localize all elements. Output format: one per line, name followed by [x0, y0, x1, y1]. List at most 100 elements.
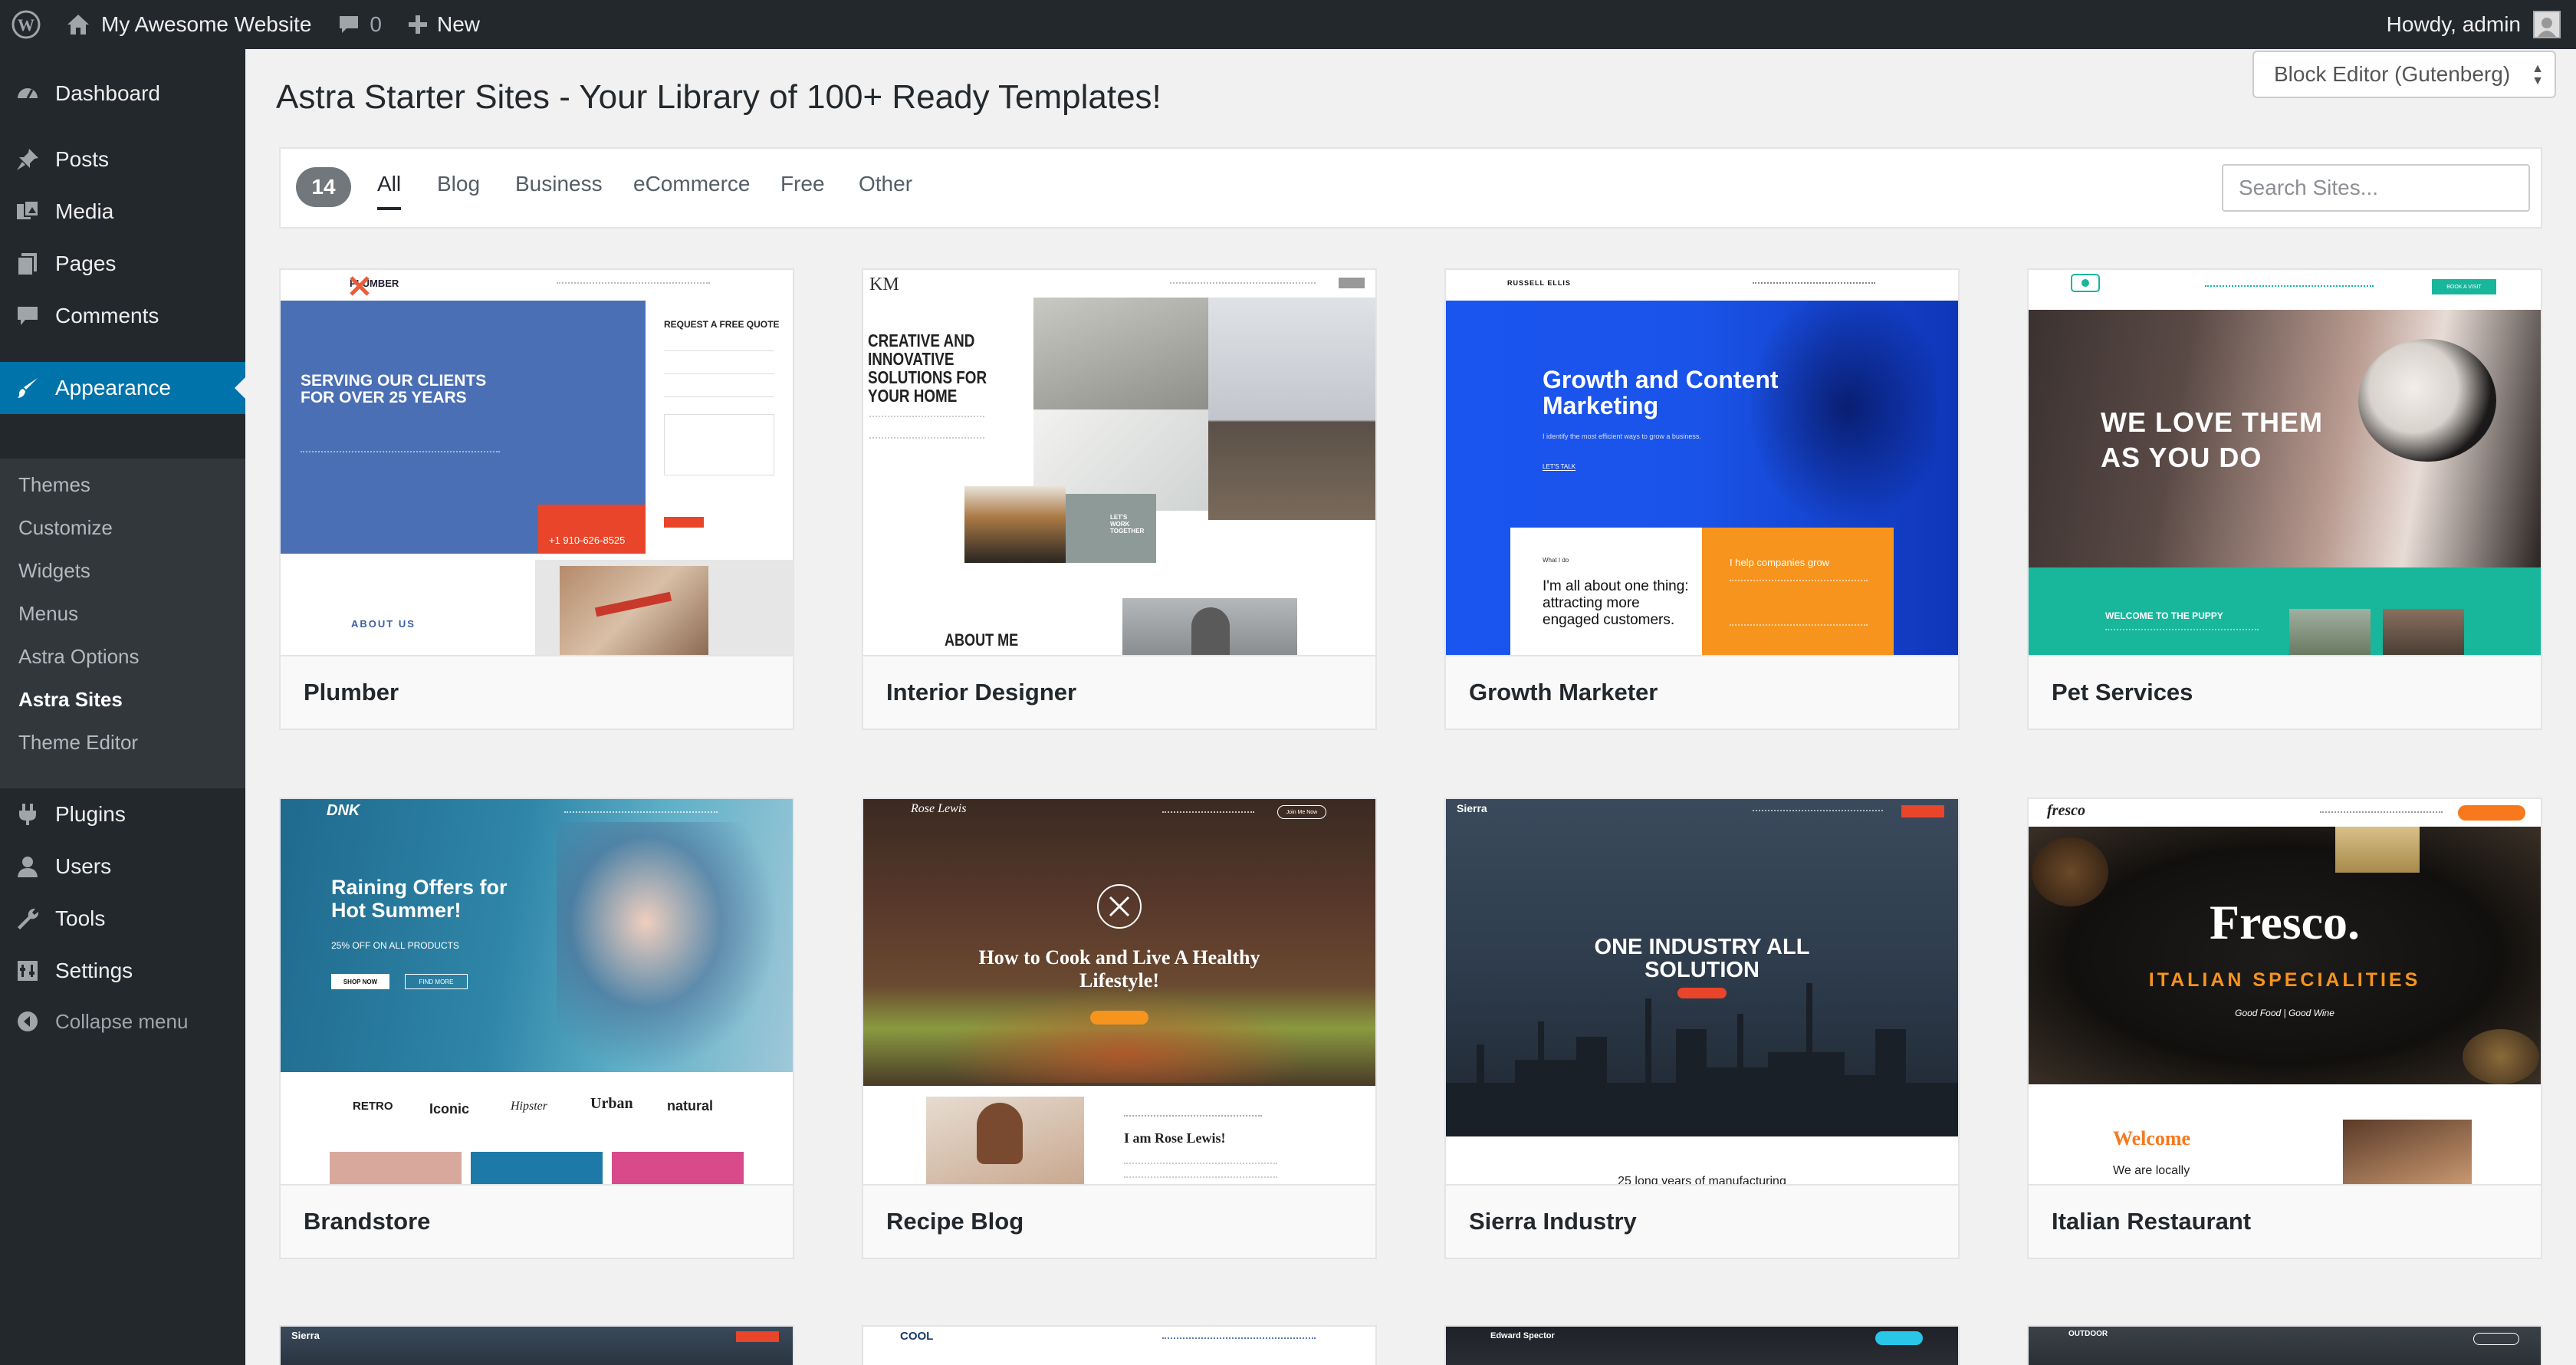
collapse-menu-button[interactable]: Collapse menu: [0, 995, 245, 1048]
thumb-tagline: Good Food | Good Wine: [2235, 1008, 2334, 1018]
submenu-astra-sites[interactable]: Astra Sites: [18, 684, 123, 715]
submenu-astra-options[interactable]: Astra Options: [18, 641, 140, 672]
avatar: [2533, 11, 2561, 38]
site-thumbnail: PLUMBER SERVING OUR CLIENTS FOR OVER 25 …: [281, 270, 793, 655]
sidebar-item-label: Posts: [55, 147, 110, 171]
site-card-pet-services[interactable]: BOOK A VISIT WE LOVE THEM AS YOU DO WELC…: [2027, 268, 2542, 730]
site-card-title: Pet Services: [2029, 655, 2541, 729]
user-icon: [14, 853, 41, 880]
thumb-sub-text: 25% OFF ON ALL PRODUCTS: [331, 940, 459, 951]
thumb-quote-title: REQUEST A FREE QUOTE: [664, 319, 780, 330]
filter-tab-free[interactable]: Free: [780, 172, 825, 196]
thumb-cta: Join Me Now: [1277, 805, 1326, 819]
thumb-quote-text: I'm all about one thing: attracting more…: [1543, 578, 1689, 628]
thumb-we-are: We are locally: [2113, 1164, 2190, 1177]
thumb-help-text: I help companies grow: [1730, 557, 1830, 568]
site-name-label: My Awesome Website: [101, 12, 312, 36]
select-arrows-icon: ▲ ▼: [2532, 62, 2544, 87]
thumb-hero-text: WE LOVE THEM AS YOU DO: [2101, 406, 2323, 473]
submenu-themes[interactable]: Themes: [18, 469, 90, 500]
plug-icon: [14, 801, 41, 828]
sidebar-item-settings[interactable]: Settings: [0, 945, 245, 997]
sidebar-item-dashboard[interactable]: Dashboard: [0, 67, 245, 120]
site-card-peek[interactable]: Edward Spector: [1444, 1325, 1960, 1365]
comment-icon: [14, 302, 41, 330]
page-title: Astra Starter Sites - Your Library of 10…: [276, 78, 1162, 116]
sidebar-item-label: Tools: [55, 906, 106, 930]
filter-tab-all[interactable]: All: [377, 172, 402, 210]
sidebar-item-tools[interactable]: Tools: [0, 893, 245, 945]
account-menu[interactable]: Howdy, admin: [2387, 0, 2561, 49]
thumb-button: FIND MORE: [405, 974, 468, 989]
svg-text:W: W: [18, 15, 34, 35]
submenu-customize[interactable]: Customize: [18, 512, 113, 543]
site-card-peek[interactable]: COOL: [862, 1325, 1377, 1365]
admin-bar: W My Awesome Website 0 New Howdy, admin: [0, 0, 2576, 49]
new-label: New: [437, 12, 481, 36]
paw-icon: [2071, 274, 2100, 292]
thumb-label: What I do: [1543, 557, 1569, 564]
filter-tab-ecommerce[interactable]: eCommerce: [633, 172, 750, 196]
thumb-brand: OUTDOOR: [2068, 1330, 2108, 1338]
thumb-hero-text: SERVING OUR CLIENTS FOR OVER 25 YEARS: [301, 372, 487, 406]
site-card-interior-designer[interactable]: KM CREATIVE AND INNOVATIVE SOLUTIONS FOR…: [862, 268, 1377, 730]
submenu-menus[interactable]: Menus: [18, 598, 78, 629]
site-card-title: Brandstore: [281, 1184, 793, 1258]
filter-bar: 14 All Blog Business eCommerce Free Othe…: [279, 147, 2542, 229]
site-card-plumber[interactable]: PLUMBER SERVING OUR CLIENTS FOR OVER 25 …: [279, 268, 794, 730]
filter-tab-business[interactable]: Business: [515, 172, 603, 196]
site-card-growth-marketer[interactable]: RUSSELL ELLIS Growth and Content Marketi…: [1444, 268, 1960, 730]
search-sites-input[interactable]: [2222, 164, 2530, 212]
sidebar-item-label: Users: [55, 854, 112, 878]
pages-icon: [14, 250, 41, 278]
site-card-peek[interactable]: OUTDOOR: [2027, 1325, 2542, 1365]
site-thumbnail: fresco Fresco. ITALIAN SPECIALITIES Good…: [2029, 799, 2541, 1184]
site-thumbnail: BOOK A VISIT WE LOVE THEM AS YOU DO WELC…: [2029, 270, 2541, 655]
sidebar-item-appearance[interactable]: Appearance: [0, 362, 245, 414]
site-thumbnail: Sierra ONE INDUSTRY ALL SOLUTION 25 long…: [1446, 799, 1958, 1184]
site-card-recipe-blog[interactable]: Rose Lewis Join Me Now How to Cook and L…: [862, 798, 1377, 1259]
sidebar-item-pages[interactable]: Pages: [0, 238, 245, 290]
thumb-hero-text: Growth and Content Marketing: [1543, 366, 1779, 419]
editor-select-value: Block Editor (Gutenberg): [2274, 62, 2511, 86]
thumb-brand: KM: [869, 275, 899, 294]
thumb-sub-text: WELCOME TO THE PUPPY: [2105, 610, 2223, 621]
sidebar-item-label: Media: [55, 199, 114, 223]
thumb-cta: LET'S WORK TOGETHER: [1110, 514, 1145, 534]
thumb-hero-text: Raining Offers for Hot Summer!: [331, 876, 508, 922]
pin-icon: [14, 146, 41, 173]
thumb-logo: natural: [667, 1098, 714, 1113]
thumb-brand: Sierra: [1457, 802, 1487, 814]
submenu-theme-editor[interactable]: Theme Editor: [18, 727, 138, 758]
site-card-peek[interactable]: Sierra: [279, 1325, 794, 1365]
site-card-sierra-industry[interactable]: Sierra ONE INDUSTRY ALL SOLUTION 25 long…: [1444, 798, 1960, 1259]
site-card-italian-restaurant[interactable]: fresco Fresco. ITALIAN SPECIALITIES Good…: [2027, 798, 2542, 1259]
sidebar-item-media[interactable]: Media: [0, 186, 245, 238]
editor-select[interactable]: Block Editor (Gutenberg) ▲ ▼: [2252, 51, 2556, 98]
comments-link[interactable]: 0: [337, 0, 382, 49]
thumb-logo: Urban: [590, 1095, 633, 1112]
sidebar-item-users[interactable]: Users: [0, 840, 245, 893]
wordpress-logo-icon[interactable]: W: [0, 0, 52, 49]
filter-tab-other[interactable]: Other: [859, 172, 912, 196]
new-content-link[interactable]: New: [408, 0, 480, 49]
sidebar-item-plugins[interactable]: Plugins: [0, 788, 245, 840]
sidebar-item-label: Comments: [55, 304, 159, 327]
site-name-link[interactable]: My Awesome Website: [66, 0, 311, 49]
thumb-logo: Hipster: [511, 1100, 547, 1113]
thumb-cta: LET'S TALK: [1543, 463, 1576, 471]
sidebar-item-label: Pages: [55, 252, 117, 275]
thumb-cta: BOOK A VISIT: [2432, 279, 2496, 294]
media-icon: [14, 198, 41, 225]
thumb-brand: RUSSELL ELLIS: [1507, 279, 1571, 287]
sidebar-item-posts[interactable]: Posts: [0, 133, 245, 186]
site-card-brandstore[interactable]: DNK Raining Offers for Hot Summer! 25% O…: [279, 798, 794, 1259]
filter-tab-blog[interactable]: Blog: [437, 172, 480, 196]
dashboard-icon: [14, 80, 41, 107]
thumb-brand: Sierra: [291, 1330, 320, 1341]
submenu-widgets[interactable]: Widgets: [18, 555, 90, 586]
site-thumbnail: DNK Raining Offers for Hot Summer! 25% O…: [281, 799, 793, 1184]
thumb-hero-text: How to Cook and Live A Healthy Lifestyle…: [978, 946, 1260, 992]
site-card-title: Sierra Industry: [1446, 1184, 1958, 1258]
sidebar-item-comments[interactable]: Comments: [0, 290, 245, 342]
